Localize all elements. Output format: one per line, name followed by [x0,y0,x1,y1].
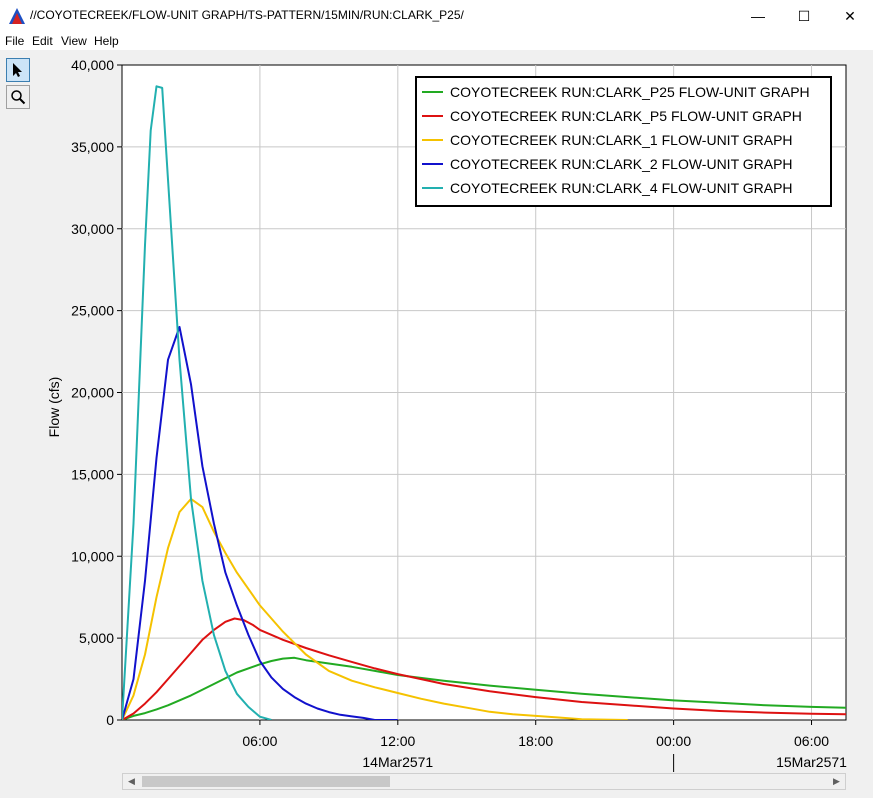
legend: COYOTECREEK RUN:CLARK_P25 FLOW-UNIT GRAP… [415,76,832,207]
legend-entry: COYOTECREEK RUN:CLARK_P25 FLOW-UNIT GRAP… [450,84,810,100]
scroll-thumb[interactable] [142,776,390,787]
scroll-right-icon[interactable]: ▶ [828,774,845,789]
maximize-button[interactable]: ☐ [781,0,827,32]
close-icon: ✕ [844,7,856,24]
app-logo-icon [9,8,25,24]
minimize-icon: — [751,8,765,24]
x-tick-label: 06:00 [794,733,829,749]
scroll-left-icon[interactable]: ◀ [123,774,140,789]
y-axis: 0 5,000 10,000 15,000 20,000 25,000 30,000 35,0… [71,57,122,728]
y-axis-label: Flow (cfs) [46,377,62,438]
x-tick-label: 18:00 [518,733,553,749]
close-button[interactable]: ✕ [827,0,873,32]
x-axis: 06:00 12:00 18:00 00:00 06:00 14Mar2571 15Mar2… [242,720,847,772]
menu-help[interactable]: Help [94,34,119,48]
x-tick-label: 06:00 [242,733,277,749]
y-tick-label: 35,000 [71,139,114,155]
legend-entry: COYOTECREEK RUN:CLARK_1 FLOW-UNIT GRAPH [450,132,793,148]
y-tick-label: 20,000 [71,385,114,401]
maximize-icon: ☐ [797,7,811,24]
menu-bar: File Edit View Help [0,32,873,50]
legend-entry: COYOTECREEK RUN:CLARK_4 FLOW-UNIT GRAPH [450,180,793,196]
horizontal-scrollbar[interactable]: ◀ ▶ [122,773,846,790]
y-tick-label: 15,000 [71,466,114,482]
y-tick-label: 25,000 [71,303,114,319]
y-tick-label: 5,000 [79,630,114,646]
legend-entry: COYOTECREEK RUN:CLARK_2 FLOW-UNIT GRAPH [450,156,793,172]
flow-chart[interactable]: 0 5,000 10,000 15,000 20,000 25,000 30,000 35,0… [0,50,873,772]
date-label: 15Mar2571 [776,754,847,770]
y-tick-label: 10,000 [71,548,114,564]
menu-file[interactable]: File [5,34,24,48]
minimize-button[interactable]: — [735,0,781,32]
x-tick-label: 00:00 [656,733,691,749]
menu-view[interactable]: View [61,34,87,48]
y-tick-label: 30,000 [71,221,114,237]
x-tick-label: 12:00 [380,733,415,749]
window-title: //COYOTECREEK/FLOW-UNIT GRAPH/TS-PATTERN… [30,8,464,22]
y-tick-label: 0 [106,712,114,728]
legend-entry: COYOTECREEK RUN:CLARK_P5 FLOW-UNIT GRAPH [450,108,802,124]
menu-edit[interactable]: Edit [32,34,53,48]
title-bar: //COYOTECREEK/FLOW-UNIT GRAPH/TS-PATTERN… [0,0,873,32]
y-tick-label: 40,000 [71,57,114,73]
date-label: 14Mar2571 [362,754,433,770]
